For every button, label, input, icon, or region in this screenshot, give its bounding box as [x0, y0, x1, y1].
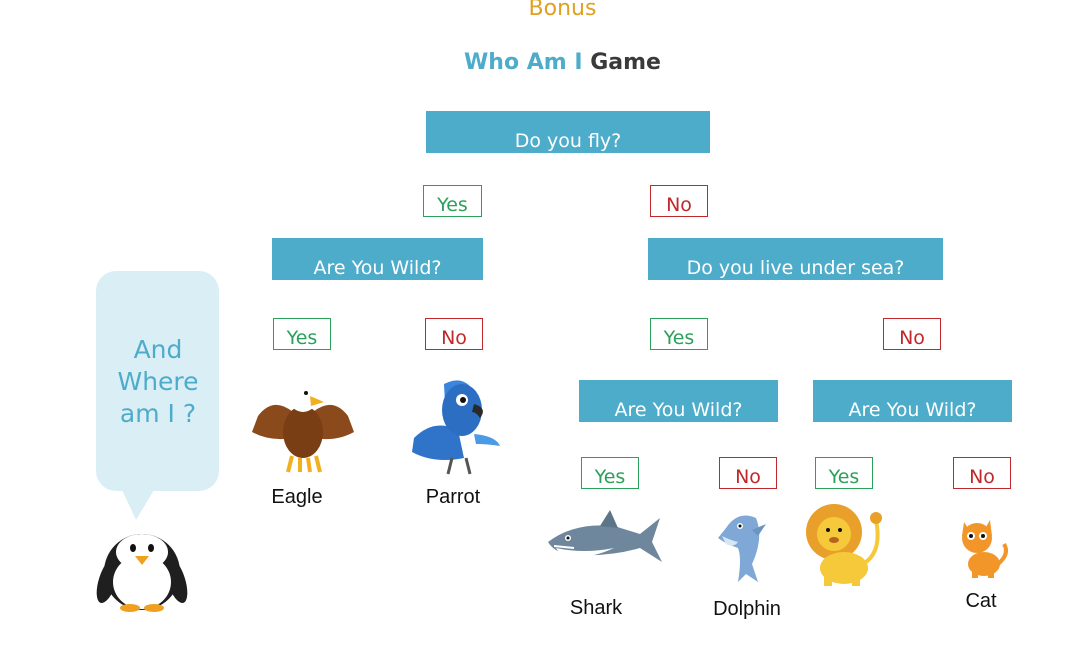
- dolphin-icon: [718, 515, 766, 582]
- answer-no-wild-flyer: No: [425, 318, 483, 350]
- question-wild-land: Are You Wild?: [813, 380, 1012, 422]
- lion-icon: [806, 504, 882, 586]
- answer-yes-wild-land: Yes: [815, 457, 873, 489]
- question-under-sea: Do you live under sea?: [648, 238, 943, 280]
- answer-yes-wild-sea: Yes: [581, 457, 639, 489]
- animal-eagle: Eagle: [271, 486, 323, 508]
- animal-cat: Cat: [965, 590, 997, 612]
- bubble-line-2: Where: [117, 367, 199, 396]
- answer-no-wild-sea: No: [719, 457, 777, 489]
- title-who-am-i: Who Am I: [464, 50, 583, 75]
- answer-yes-wild-flyer: Yes: [273, 318, 331, 350]
- shark-icon: [548, 510, 662, 562]
- parrot-icon: [412, 380, 500, 475]
- animal-shark: Shark: [569, 597, 623, 619]
- page-title: Who Am I Game: [0, 50, 1069, 75]
- bubble-line-3: am I ?: [119, 399, 197, 428]
- answer-yes-fly: Yes: [423, 185, 482, 217]
- bubble-text: And Where am I ?: [96, 334, 220, 430]
- title-game: Game: [590, 50, 661, 75]
- question-wild-flyer: Are You Wild?: [272, 238, 483, 280]
- animal-dolphin: Dolphin: [713, 598, 781, 620]
- penguin-icon: [96, 534, 188, 612]
- bonus-label: Bonus: [528, 0, 597, 21]
- answer-no-wild-land: No: [953, 457, 1011, 489]
- answer-yes-under-sea: Yes: [650, 318, 708, 350]
- answer-no-fly: No: [650, 185, 708, 217]
- cat-icon: [962, 520, 1008, 578]
- eagle-icon: [252, 384, 354, 473]
- answer-no-under-sea: No: [883, 318, 941, 350]
- bubble-line-1: And: [133, 335, 183, 364]
- question-fly: Do you fly?: [426, 111, 710, 153]
- question-wild-sea: Are You Wild?: [579, 380, 778, 422]
- animal-parrot: Parrot: [425, 486, 481, 508]
